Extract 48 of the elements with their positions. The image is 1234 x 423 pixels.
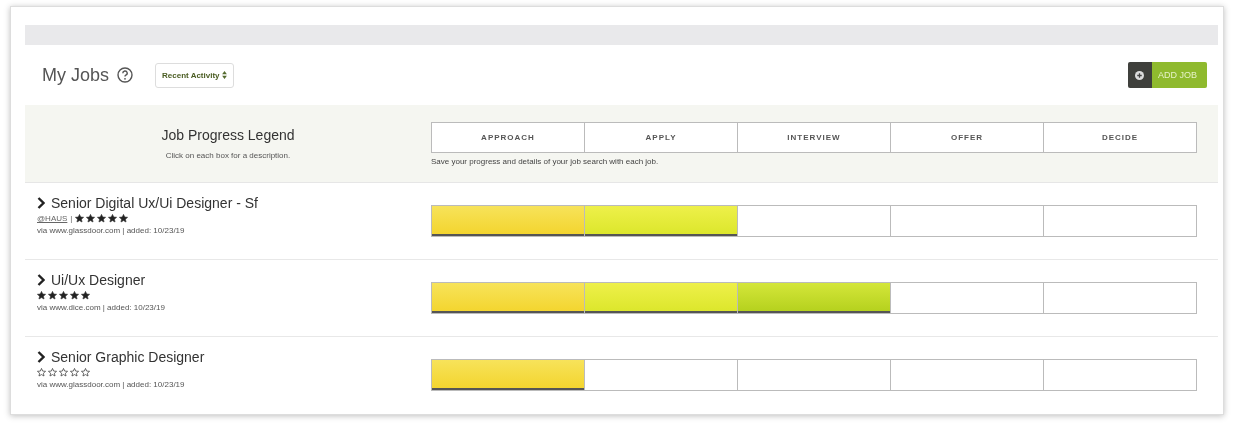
job-source: via www.glassdoor.com | added: 10/23/19 <box>37 226 186 235</box>
empty-star-icon <box>81 368 90 377</box>
star-rating[interactable] <box>37 368 90 377</box>
empty-star-icon <box>37 368 46 377</box>
job-source: via www.dice.com | added: 10/23/19 <box>37 303 166 312</box>
legend-hint: Click on each box for a description. <box>165 151 291 160</box>
plus-circle-icon <box>1135 70 1145 80</box>
chevron-icon[interactable] <box>37 274 45 286</box>
stage-tab[interactable]: OFFER <box>891 122 1043 152</box>
page-title: My Jobs <box>42 64 110 86</box>
star-rating[interactable] <box>37 291 90 300</box>
stage-tab[interactable]: APPLY <box>585 122 737 152</box>
empty-star-icon <box>70 368 79 377</box>
sort-arrows-icon <box>221 71 227 79</box>
stage-tab[interactable]: INTERVIEW <box>738 122 890 152</box>
filled-star-icon <box>86 214 96 223</box>
filled-star-icon <box>108 214 118 223</box>
empty-star-icon <box>59 368 68 377</box>
job-title[interactable]: Senior Digital Ux/Ui Designer - Sf <box>51 195 258 211</box>
chevron-icon[interactable] <box>37 197 45 209</box>
filled-star-icon <box>75 214 85 223</box>
empty-star-icon <box>48 368 57 377</box>
progress-fill[interactable] <box>585 283 737 313</box>
progress-fill[interactable] <box>432 283 584 313</box>
legend-title: Job Progress Legend <box>161 127 295 143</box>
progress-fill[interactable] <box>738 283 890 313</box>
filled-star-icon <box>48 291 57 300</box>
progress-fill[interactable] <box>585 206 737 236</box>
progress-fill[interactable] <box>432 206 584 236</box>
job-source: via www.glassdoor.com | added: 10/23/19 <box>37 380 186 389</box>
filled-star-icon <box>37 291 46 300</box>
filled-star-icon <box>81 291 90 300</box>
company-link[interactable]: @HAUS <box>37 214 68 223</box>
stage-tab[interactable]: APPROACH <box>432 122 584 152</box>
separator: | <box>70 214 73 223</box>
star-rating[interactable] <box>75 214 129 223</box>
filled-star-icon <box>59 291 68 300</box>
job-title[interactable]: Ui/Ux Designer <box>51 272 146 288</box>
job-title[interactable]: Senior Graphic Designer <box>51 349 205 365</box>
sort-dropdown[interactable]: Recent Activity <box>155 62 234 88</box>
legend-note: Save your progress and details of your job search with each job. <box>431 156 660 166</box>
stage-tab[interactable]: DECIDE <box>1044 122 1196 152</box>
help-icon[interactable] <box>117 67 134 83</box>
filled-star-icon <box>97 214 107 223</box>
filled-star-icon <box>70 291 79 300</box>
progress-fill[interactable] <box>432 360 584 390</box>
filled-star-icon <box>119 214 129 223</box>
chevron-icon[interactable] <box>37 351 45 363</box>
